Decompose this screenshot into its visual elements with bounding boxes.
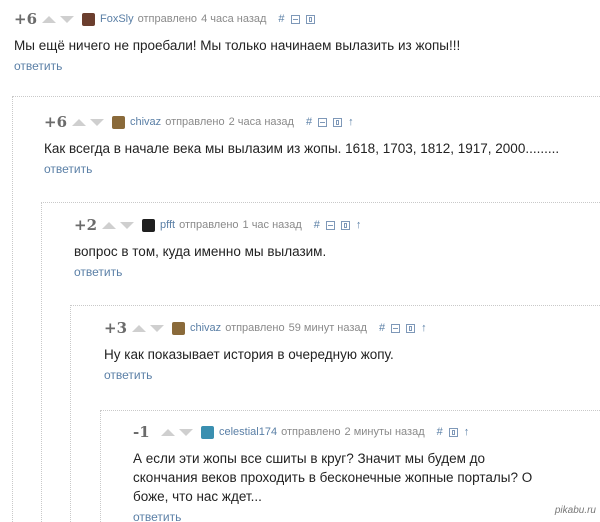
arrow-up-icon[interactable]: ↑ <box>356 219 362 231</box>
comment-rating: +6 <box>44 113 68 131</box>
save-icon[interactable] <box>406 323 416 333</box>
avatar[interactable] <box>142 218 155 232</box>
comment-header: +6 FoxSly отправлено 4 часа назад # <box>14 10 594 28</box>
comment: +3 chivaz отправлено 59 минут назад # ↑ … <box>104 319 594 382</box>
permalink-hash-icon[interactable]: # <box>306 116 312 128</box>
reply-link[interactable]: ответить <box>14 59 594 73</box>
comment-rating: +6 <box>14 10 38 28</box>
vote-down-icon[interactable] <box>90 118 104 126</box>
arrow-up-icon[interactable]: ↑ <box>348 116 354 128</box>
permalink-hash-icon[interactable]: # <box>437 426 443 438</box>
vote-down-icon[interactable] <box>120 221 134 229</box>
permalink-hash-icon[interactable]: # <box>278 13 284 25</box>
vote-up-icon[interactable] <box>102 221 116 229</box>
vote-down-icon[interactable] <box>179 428 193 436</box>
watermark-logo: pikabu.ru <box>554 505 596 516</box>
thread-line <box>100 410 101 522</box>
comment-header: +2 pfft отправлено 1 час назад # ↑ <box>74 216 594 234</box>
comment-header: +3 chivaz отправлено 59 минут назад # ↑ <box>104 319 594 337</box>
comment: +6 chivaz отправлено 2 часа назад # ↑ Ка… <box>44 113 594 176</box>
reply-link[interactable]: ответить <box>44 162 594 176</box>
collapse-icon[interactable] <box>290 14 300 24</box>
collapse-icon[interactable] <box>318 117 328 127</box>
collapse-icon[interactable] <box>391 323 401 333</box>
avatar[interactable] <box>112 115 125 129</box>
thread-line <box>70 305 71 522</box>
vote-down-icon[interactable] <box>60 15 74 23</box>
comment-text: Ну как показывает история в очередную жо… <box>104 347 394 362</box>
comment-text: Как всегда в начале века мы вылазим из ж… <box>44 141 560 156</box>
thread-line <box>12 96 13 522</box>
save-icon[interactable] <box>305 14 315 24</box>
username-link[interactable]: FoxSly <box>100 13 134 25</box>
comment-text: А если эти жопы все сшиты в круг? Значит… <box>133 451 533 504</box>
reply-link[interactable]: ответить <box>104 368 594 382</box>
vote-up-icon[interactable] <box>161 428 175 436</box>
posted-label: отправлено <box>179 219 239 231</box>
username-link[interactable]: pfft <box>160 219 175 231</box>
thread-divider <box>12 96 600 97</box>
arrow-up-icon[interactable]: ↑ <box>421 322 427 334</box>
comment-time[interactable]: 1 час назад <box>243 219 302 231</box>
save-icon[interactable] <box>448 427 458 437</box>
arrow-up-icon[interactable]: ↑ <box>464 426 470 438</box>
permalink-hash-icon[interactable]: # <box>379 322 385 334</box>
comment-rating: -1 <box>133 423 150 441</box>
comment-time[interactable]: 2 часа назад <box>229 116 294 128</box>
username-link[interactable]: chivaz <box>130 116 161 128</box>
posted-label: отправлено <box>137 13 198 25</box>
vote-down-icon[interactable] <box>150 324 164 332</box>
comment-time[interactable]: 4 часа назад <box>201 13 266 25</box>
comment-header: -1 celestial174 отправлено 2 минуты наза… <box>133 423 563 441</box>
username-link[interactable]: celestial174 <box>219 426 277 438</box>
comment-header: +6 chivaz отправлено 2 часа назад # ↑ <box>44 113 594 131</box>
posted-label: отправлено <box>165 116 225 128</box>
comment-time[interactable]: 59 минут назад <box>289 322 367 334</box>
save-icon[interactable] <box>340 220 350 230</box>
reply-link[interactable]: ответить <box>74 265 594 279</box>
comment: +2 pfft отправлено 1 час назад # ↑ вопро… <box>74 216 594 279</box>
reply-link[interactable]: ответить <box>133 510 563 522</box>
vote-up-icon[interactable] <box>72 118 86 126</box>
vote-up-icon[interactable] <box>42 15 56 23</box>
posted-label: отправлено <box>225 322 285 334</box>
username-link[interactable]: chivaz <box>190 322 221 334</box>
avatar[interactable] <box>172 321 185 335</box>
permalink-hash-icon[interactable]: # <box>314 219 320 231</box>
comment-rating: +2 <box>74 216 98 234</box>
thread-divider <box>100 410 600 411</box>
comment-text: вопрос в том, куда именно мы вылазим. <box>74 244 327 259</box>
comment: +6 FoxSly отправлено 4 часа назад # Мы е… <box>14 10 594 73</box>
vote-up-icon[interactable] <box>132 324 146 332</box>
thread-divider <box>70 305 600 306</box>
thread-divider <box>41 202 600 203</box>
thread-line <box>41 202 42 522</box>
comment-rating: +3 <box>104 319 128 337</box>
avatar[interactable] <box>201 425 214 439</box>
comment-time[interactable]: 2 минуты назад <box>345 426 425 438</box>
collapse-icon[interactable] <box>325 220 335 230</box>
avatar[interactable] <box>82 12 95 26</box>
save-icon[interactable] <box>333 117 343 127</box>
comment: -1 celestial174 отправлено 2 минуты наза… <box>133 423 563 522</box>
comment-text: Мы ещё ничего не проебали! Мы только нач… <box>14 38 461 53</box>
posted-label: отправлено <box>281 426 341 438</box>
